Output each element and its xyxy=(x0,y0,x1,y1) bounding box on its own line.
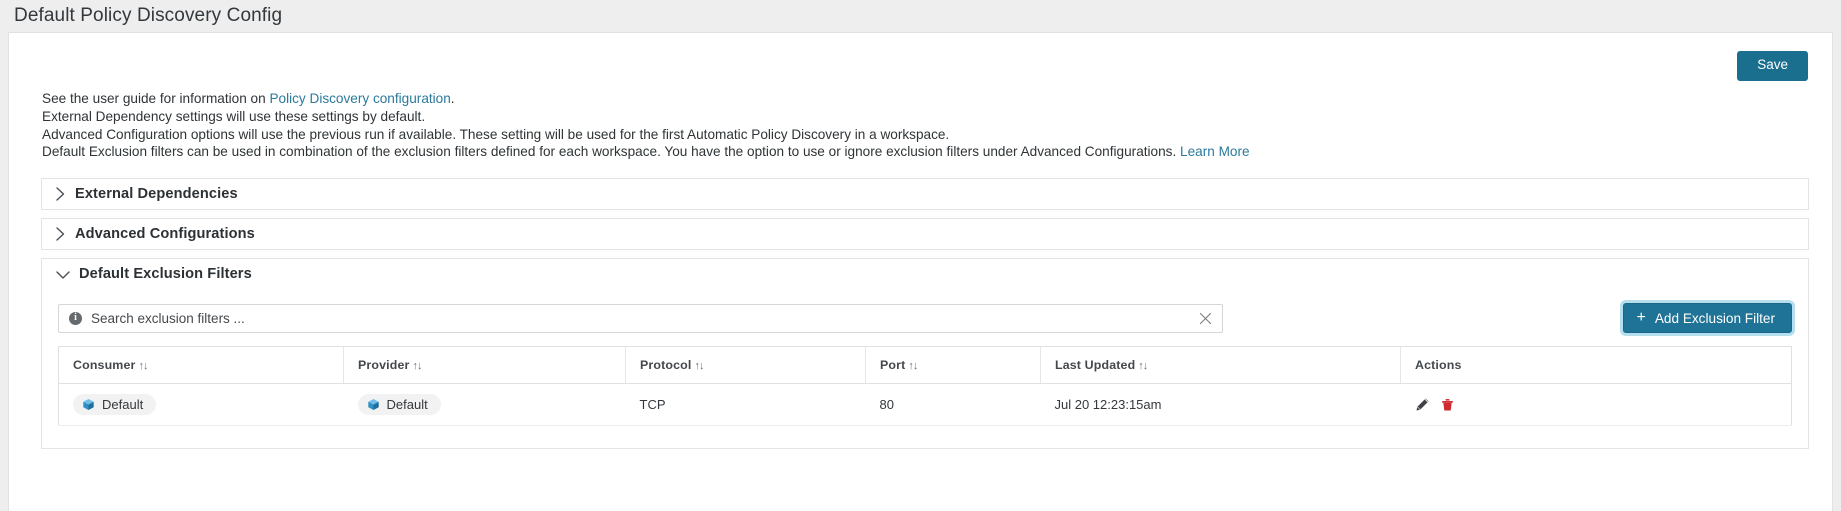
info-icon: i xyxy=(69,311,82,325)
section-external-dependencies-header[interactable]: External Dependencies xyxy=(42,179,1808,209)
sort-arrows-icon: ↑↓ xyxy=(908,360,918,372)
chevron-right-icon xyxy=(55,226,75,242)
column-header-consumer[interactable]: Consumer ↑↓ xyxy=(58,346,344,384)
cell-actions xyxy=(1400,383,1792,426)
chevron-right-icon xyxy=(55,186,75,202)
description-block: See the user guide for information on Po… xyxy=(42,90,1250,161)
column-header-consumer-label: Consumer xyxy=(73,358,136,372)
provider-scope-label: Default xyxy=(386,397,428,412)
cell-protocol: TCP xyxy=(625,383,866,426)
description-line-1-suffix: . xyxy=(450,91,455,106)
column-header-port-label: Port xyxy=(880,358,906,372)
pencil-icon[interactable] xyxy=(1415,397,1430,412)
row-action-icons xyxy=(1415,397,1792,412)
sort-arrows-icon: ↑↓ xyxy=(694,360,704,372)
table-header-row: Consumer ↑↓ Provider ↑↓ Protocol ↑↓ Port ↑↓ xyxy=(58,346,1792,384)
section-default-exclusion-filters: Default Exclusion Filters i Search exclu… xyxy=(41,258,1809,449)
save-button[interactable]: Save xyxy=(1737,51,1808,81)
section-external-dependencies-label: External Dependencies xyxy=(75,186,238,202)
description-line-1-prefix: See the user guide for information on xyxy=(42,91,270,106)
cube-icon xyxy=(367,398,380,411)
section-advanced-configurations-header[interactable]: Advanced Configurations xyxy=(42,219,1808,249)
column-header-provider[interactable]: Provider ↑↓ xyxy=(343,346,626,384)
content-card: Save See the user guide for information … xyxy=(8,32,1833,511)
section-advanced-configurations-label: Advanced Configurations xyxy=(75,226,255,242)
column-header-protocol-label: Protocol xyxy=(640,358,692,372)
chevron-down-icon xyxy=(55,269,75,280)
column-header-actions: Actions xyxy=(1400,346,1792,384)
exclusion-filters-toolbar: i + Add Exclusion Filter xyxy=(58,303,1792,333)
search-field-wrapper: i xyxy=(58,303,1223,333)
page-root: Default Policy Discovery Config Save See… xyxy=(0,0,1841,511)
table-header: Consumer ↑↓ Provider ↑↓ Protocol ↑↓ Port ↑↓ xyxy=(58,346,1792,384)
column-header-last-updated-label: Last Updated xyxy=(1055,358,1136,372)
plus-icon: + xyxy=(1636,309,1646,326)
section-default-exclusion-filters-label: Default Exclusion Filters xyxy=(79,266,252,282)
description-line-4: Default Exclusion filters can be used in… xyxy=(42,143,1250,161)
sort-arrows-icon: ↑↓ xyxy=(138,360,148,372)
trash-icon[interactable] xyxy=(1440,397,1455,412)
add-exclusion-filter-label: Add Exclusion Filter xyxy=(1654,310,1775,326)
section-advanced-configurations: Advanced Configurations xyxy=(41,218,1809,250)
description-line-1: See the user guide for information on Po… xyxy=(42,90,1250,108)
consumer-scope-label: Default xyxy=(102,397,144,412)
sort-arrows-icon: ↑↓ xyxy=(1138,360,1148,372)
close-icon[interactable] xyxy=(1196,309,1214,327)
consumer-scope-chip[interactable]: Default xyxy=(73,394,157,415)
page-title: Default Policy Discovery Config xyxy=(14,5,283,26)
exclusion-filters-body: i + Add Exclusion Filter xyxy=(42,289,1808,448)
column-header-actions-label: Actions xyxy=(1415,358,1462,372)
description-line-4-prefix: Default Exclusion filters can be used in… xyxy=(42,144,1181,160)
search-input[interactable] xyxy=(82,310,1196,326)
provider-scope-chip[interactable]: Default xyxy=(357,394,441,415)
section-external-dependencies: External Dependencies xyxy=(41,178,1809,210)
section-default-exclusion-filters-header[interactable]: Default Exclusion Filters xyxy=(42,259,1808,289)
table-row: Default Default TCP 80 Jul 20 12:23:15am xyxy=(58,383,1792,426)
column-header-port[interactable]: Port ↑↓ xyxy=(865,346,1041,384)
sort-arrows-icon: ↑↓ xyxy=(412,360,422,372)
description-line-3: Advanced Configuration options will use … xyxy=(42,126,950,142)
cell-provider: Default xyxy=(343,383,626,426)
add-exclusion-filter-button[interactable]: + Add Exclusion Filter xyxy=(1622,303,1792,333)
cell-consumer: Default xyxy=(58,383,344,426)
column-header-protocol[interactable]: Protocol ↑↓ xyxy=(625,346,866,384)
description-line-2: External Dependency settings will use th… xyxy=(42,108,426,124)
policy-discovery-configuration-link[interactable]: Policy Discovery configuration xyxy=(269,91,450,106)
window-titlebar: Default Policy Discovery Config xyxy=(0,0,1841,32)
accordion-group: External Dependencies Advanced Configura… xyxy=(41,178,1809,457)
cell-last-updated: Jul 20 12:23:15am xyxy=(1040,383,1401,426)
cube-icon xyxy=(82,398,95,411)
cell-port: 80 xyxy=(865,383,1041,426)
column-header-last-updated[interactable]: Last Updated ↑↓ xyxy=(1040,346,1401,384)
learn-more-link[interactable]: Learn More xyxy=(1180,144,1250,159)
exclusion-filters-table: Consumer ↑↓ Provider ↑↓ Protocol ↑↓ Port ↑↓ xyxy=(58,346,1792,426)
table-body: Default Default TCP 80 Jul 20 12:23:15am xyxy=(58,383,1792,426)
column-header-provider-label: Provider xyxy=(358,358,410,372)
